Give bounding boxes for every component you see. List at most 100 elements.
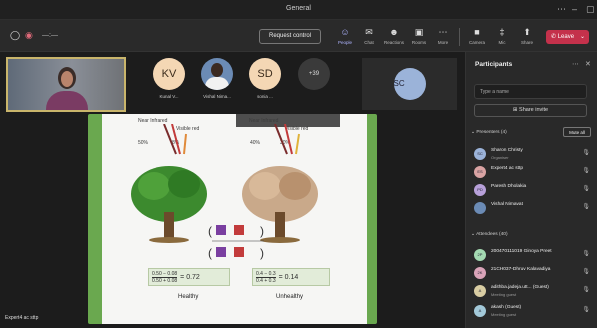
unhealthy-numerator: 0.4 − 0.3 <box>256 270 276 278</box>
avatar: 2K <box>474 267 486 279</box>
participant-name: Vishal Nima... <box>203 94 231 99</box>
meeting-timer: —:— <box>42 32 58 39</box>
participant-name: Paresh Dholakia <box>491 184 527 189</box>
unhealthy-ndvi-formula: 0.4 − 0.3 0.4 + 0.3 = 0.14 <box>252 268 330 286</box>
ndvi-formula-graphic: ( ) ( ) <box>208 224 264 260</box>
unhealthy-denominator: 0.4 + 0.3 <box>256 277 276 284</box>
mic-off-icon: 🎙︎ <box>582 307 590 313</box>
more-label: More <box>437 40 449 45</box>
close-icon[interactable]: ✕ <box>585 60 591 68</box>
person-body <box>46 91 88 110</box>
participant-row[interactable]: PD Paresh Dholakia 🎙︎ <box>474 182 592 198</box>
minimize-icon[interactable]: – <box>572 4 577 14</box>
attendees-header-label: Attendees (40) <box>476 232 508 237</box>
mic-label: Mic <box>498 40 506 45</box>
participant-name: Expert4 ac sttp <box>491 166 523 171</box>
healthy-ndvi-formula: 0.50 − 0.08 0.50 + 0.08 = 0.72 <box>148 268 230 286</box>
participant-role: Meeting guest <box>491 292 517 297</box>
participant-row[interactable]: 2P 200470111019 Ginoya Preet 🎙︎ <box>474 247 592 263</box>
svg-text:): ) <box>260 246 264 260</box>
search-input[interactable]: Type a name <box>474 84 587 99</box>
leave-button[interactable]: ✆ Leave ⌄ <box>546 30 589 44</box>
avatar <box>474 202 486 214</box>
avatar <box>201 58 233 90</box>
participant-name: 200470111019 Ginoya Preet <box>491 249 552 254</box>
participant-row[interactable]: A akash (Guest) Meeting guest 🎙︎ <box>474 303 592 319</box>
avatar: SC <box>474 148 486 160</box>
phone-icon: ✆ <box>551 34 558 40</box>
participant-role: Meeting guest <box>491 312 517 317</box>
share-label: Share <box>520 40 533 45</box>
record-icon: ◉ <box>25 30 33 40</box>
participants-panel: Participants ⋯ ✕ Type a name ⊞ Share inv… <box>465 52 597 328</box>
camera-label: Camera <box>468 40 485 45</box>
participant-tile[interactable]: KV Kunal V... <box>145 58 193 99</box>
rooms-button[interactable]: ▣ Rooms <box>407 26 431 45</box>
rooms-label: Rooms <box>411 40 427 45</box>
window-title: General <box>286 5 311 12</box>
chevron-down-icon[interactable]: ⌄ <box>580 30 585 44</box>
participant-row[interactable]: A adithba.jadeja.utt... (Guest) Meeting … <box>474 283 592 299</box>
request-control-button[interactable]: Request control <box>259 29 321 44</box>
participant-name: Vishal Nimavat <box>491 202 523 207</box>
chat-button[interactable]: ✉ Chat <box>357 26 381 45</box>
chat-icon: ✉ <box>365 27 373 37</box>
camera-button[interactable]: ■ Camera <box>465 26 489 45</box>
more-icon: ⋯ <box>438 27 448 37</box>
share-button[interactable]: ⬆ Share <box>515 26 539 45</box>
avatar: ES <box>474 166 486 178</box>
shared-slide: Near Infrared Visible red 50% 8% Near In… <box>88 114 377 324</box>
more-options-icon[interactable]: ⋯ <box>572 60 579 68</box>
mic-icon: 🎙︎ <box>582 150 590 156</box>
more-options-icon[interactable]: ⋯ <box>557 4 566 15</box>
attendees-section-header[interactable]: ⌄ Attendees (40) <box>471 232 508 237</box>
unhealthy-label: Unhealthy <box>276 294 304 300</box>
mic-off-icon: 🎙︎ <box>582 251 590 257</box>
reactions-label: Reactions <box>383 40 404 45</box>
healthy-tree-illustration <box>131 124 207 243</box>
participant-row[interactable]: 2K 21CH037-Dhruv Kalavadiya 🎙︎ <box>474 265 592 281</box>
avatar: A <box>474 285 486 297</box>
presenters-header-label: Presenters (4) <box>476 130 507 135</box>
participant-name: Kunal V... <box>159 94 179 99</box>
panel-title: Participants <box>475 61 513 68</box>
maximize-icon[interactable]: ▢ <box>586 4 595 15</box>
participant-name: akash (Guest) <box>491 305 522 310</box>
participant-row[interactable]: Vishal Nimavat 🎙︎ <box>474 200 592 216</box>
reactions-button[interactable]: ☻ Reactions <box>382 26 406 45</box>
svg-text:(: ( <box>208 246 212 260</box>
avatar: A <box>474 305 486 317</box>
participant-row[interactable]: SC Sharon Christy Organiser 🎙︎ <box>474 146 592 162</box>
participant-name: 21CH037-Dhruv Kalavadiya <box>491 267 551 272</box>
title-bar: General ⋯ – ▢ <box>0 0 597 20</box>
svg-text:): ) <box>260 224 264 238</box>
mic-off-icon: 🎙︎ <box>582 269 590 275</box>
participant-tile[interactable]: Vishal Nima... <box>193 58 241 99</box>
participant-name: adithba.jadeja.utt... (Guest) <box>491 285 549 290</box>
meeting-toolbar: ◯ ◉ —:— Request control ☺ People ✉ Chat … <box>0 20 597 52</box>
presenter-name-label: Expert4 ac sttp <box>5 315 39 321</box>
mute-all-button[interactable]: Mute all <box>563 127 591 137</box>
more-participants-tile[interactable]: +39 <box>290 58 338 90</box>
participant-name: Sharon Christy <box>491 148 523 153</box>
self-video <box>6 57 126 112</box>
mic-icon: ‡ <box>499 27 505 37</box>
meeting-stage: KV Kunal V... Vishal Nima... SD sonia ..… <box>0 52 465 328</box>
share-icon: ⬆ <box>523 27 531 37</box>
avatar: SD <box>249 58 281 90</box>
rooms-icon: ▣ <box>414 27 424 37</box>
people-button[interactable]: ☺ People <box>333 26 357 45</box>
spotlight-tile[interactable]: SC <box>362 58 457 110</box>
svg-text:(: ( <box>208 224 212 238</box>
healthy-ndvi-value: = 0.72 <box>180 273 200 281</box>
participant-tile[interactable]: SD sonia ... <box>241 58 289 99</box>
participant-row[interactable]: ES Expert4 ac sttp 🎙︎ <box>474 164 592 180</box>
share-invite-button[interactable]: ⊞ Share invite <box>474 104 587 117</box>
presenters-section-header[interactable]: ⌄ Presenters (4) <box>471 130 507 135</box>
chat-label: Chat <box>364 40 374 45</box>
mic-icon: 🎙︎ <box>582 168 590 174</box>
more-button[interactable]: ⋯ More <box>431 26 455 45</box>
camera-icon: ■ <box>474 27 480 37</box>
participant-name: sonia ... <box>257 94 273 99</box>
mic-button[interactable]: ‡ Mic <box>490 26 514 45</box>
